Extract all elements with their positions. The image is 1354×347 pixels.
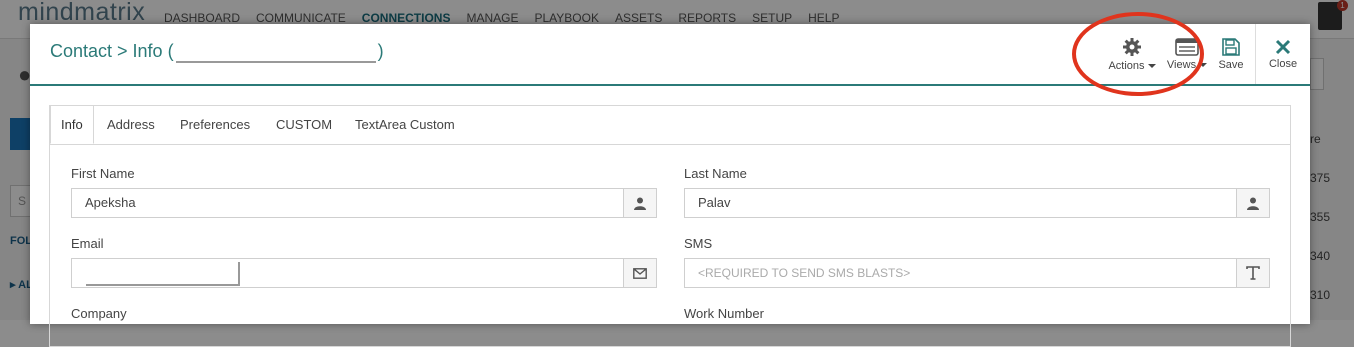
user-icon xyxy=(623,189,656,217)
close-label: Close xyxy=(1268,57,1298,70)
close-icon xyxy=(1275,39,1291,54)
modal-header: Contact > Info () Actions Views Save Clo… xyxy=(30,12,1310,96)
tab-custom[interactable]: CUSTOM xyxy=(266,106,342,144)
redacted-email xyxy=(86,262,240,286)
first-name-value: Apeksha xyxy=(85,195,136,210)
first-name-field[interactable]: Apeksha xyxy=(71,188,657,218)
sms-label: SMS xyxy=(684,236,713,251)
sms-field[interactable]: <REQUIRED TO SEND SMS BLASTS> xyxy=(684,258,1270,288)
modal-title-prefix: Contact > Info ( xyxy=(50,41,174,61)
close-button[interactable]: Close xyxy=(1255,24,1310,84)
floppy-disk-icon xyxy=(1222,37,1240,56)
envelope-icon xyxy=(623,259,656,287)
tab-preferences[interactable]: Preferences xyxy=(170,106,260,144)
sms-placeholder: <REQUIRED TO SEND SMS BLASTS> xyxy=(698,266,911,280)
email-label: Email xyxy=(71,236,104,251)
text-format-icon xyxy=(1236,259,1269,287)
email-field[interactable] xyxy=(71,258,657,288)
modal-title: Contact > Info () xyxy=(50,41,384,64)
tab-info[interactable]: Info xyxy=(50,106,94,144)
gear-icon xyxy=(1123,37,1141,56)
company-label: Company xyxy=(71,306,127,321)
contact-info-modal: Contact > Info () Actions Views Save Clo… xyxy=(30,12,1310,347)
modal-toolbar: Actions Views Save Close xyxy=(1103,24,1310,84)
last-name-label: Last Name xyxy=(684,166,747,181)
first-name-label: First Name xyxy=(71,166,135,181)
tab-textarea-custom[interactable]: TextArea Custom xyxy=(345,106,465,144)
last-name-value: Palav xyxy=(698,195,731,210)
caret-down-icon xyxy=(1199,62,1208,67)
modal-title-suffix: ) xyxy=(377,41,384,61)
actions-button[interactable]: Actions xyxy=(1103,24,1161,84)
redacted-name xyxy=(175,41,376,64)
save-label: Save xyxy=(1218,58,1244,71)
views-button[interactable]: Views xyxy=(1161,24,1213,84)
save-button[interactable]: Save xyxy=(1213,24,1249,84)
tab-bar: Info Address Preferences CUSTOM TextArea… xyxy=(50,106,1290,145)
views-label: Views xyxy=(1166,58,1197,71)
contact-form-panel: Info Address Preferences CUSTOM TextArea… xyxy=(49,105,1291,347)
window-list-icon xyxy=(1175,37,1199,56)
last-name-field[interactable]: Palav xyxy=(684,188,1270,218)
caret-down-icon xyxy=(1147,63,1156,68)
work-number-label: Work Number xyxy=(684,306,764,321)
tab-address[interactable]: Address xyxy=(97,106,165,144)
user-icon xyxy=(1236,189,1269,217)
actions-label: Actions xyxy=(1108,59,1145,72)
